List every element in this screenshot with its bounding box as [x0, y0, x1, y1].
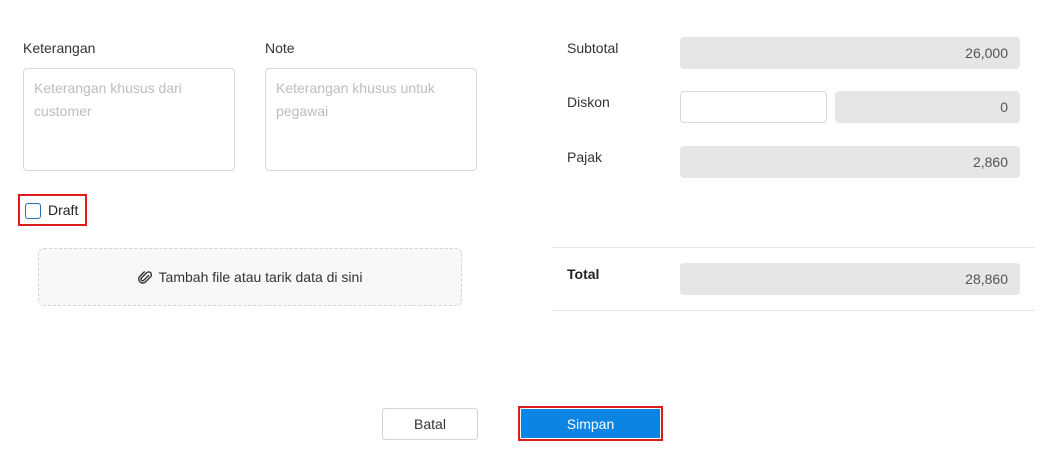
- save-button[interactable]: Simpan: [521, 409, 660, 438]
- diskon-label: Diskon: [567, 94, 610, 110]
- keterangan-textarea[interactable]: Keterangan khusus dari customer: [23, 68, 235, 171]
- pajak-field: 2,860: [680, 146, 1020, 178]
- draft-label: Draft: [48, 202, 79, 218]
- paperclip-icon: [137, 269, 152, 285]
- total-field: 28,860: [680, 263, 1020, 295]
- diskon-value-field: 0: [835, 91, 1020, 123]
- diskon-input[interactable]: [680, 91, 827, 123]
- pajak-label: Pajak: [567, 149, 603, 165]
- cancel-button[interactable]: Batal: [382, 408, 478, 440]
- subtotal-field: 26,000: [680, 37, 1020, 69]
- summary-divider-bottom: [552, 310, 1035, 311]
- note-placeholder: Keterangan khusus untuk pegawai: [276, 80, 435, 119]
- keterangan-placeholder: Keterangan khusus dari customer: [34, 80, 182, 119]
- subtotal-label: Subtotal: [567, 40, 619, 56]
- draft-checkbox-group[interactable]: Draft: [18, 194, 87, 226]
- draft-checkbox[interactable]: [25, 203, 41, 219]
- dropzone-label: Tambah file atau tarik data di sini: [158, 269, 363, 285]
- total-label: Total: [567, 266, 600, 282]
- note-label: Note: [265, 40, 295, 56]
- summary-divider-top: [552, 247, 1035, 248]
- note-textarea[interactable]: Keterangan khusus untuk pegawai: [265, 68, 477, 171]
- keterangan-label: Keterangan: [23, 40, 96, 56]
- file-dropzone[interactable]: Tambah file atau tarik data di sini: [38, 248, 462, 306]
